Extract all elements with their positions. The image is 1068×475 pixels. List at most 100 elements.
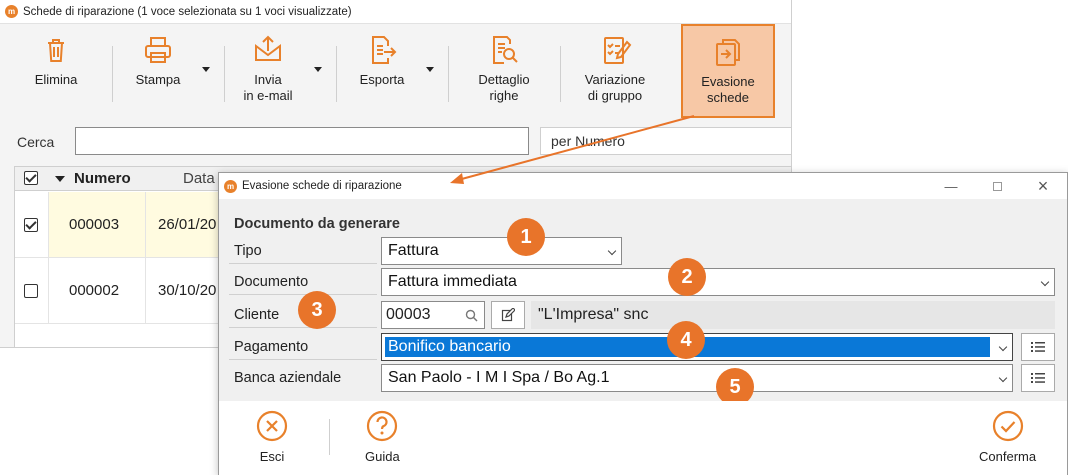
- checklist-edit-icon: [597, 32, 633, 68]
- banca-select[interactable]: San Paolo - I M I Spa / Bo Ag.1: [381, 364, 1013, 392]
- pagamento-label: Pagamento: [234, 339, 309, 355]
- fulfill-sheets-button[interactable]: Evasione schede: [681, 24, 775, 118]
- callout-badge-1: 1: [507, 218, 545, 256]
- divider: [229, 327, 377, 328]
- documento-label: Documento: [234, 274, 309, 290]
- app-logo-icon: m: [5, 5, 18, 18]
- check-circle-icon: [992, 410, 1023, 442]
- search-mode-select[interactable]: per Numero: [540, 127, 791, 155]
- group-edit-label-1: Variazione: [584, 72, 646, 87]
- row-detail-button[interactable]: Dettaglio righe: [462, 24, 546, 118]
- print-dropdown-arrow[interactable]: [202, 67, 210, 72]
- fulfill-document-icon: [710, 34, 746, 70]
- row-data: 30/10/20: [158, 282, 217, 299]
- section-title: Documento da generare: [234, 216, 400, 232]
- toolbar-separator: [112, 46, 113, 102]
- callout-badge-2: 2: [668, 258, 706, 296]
- sort-desc-icon[interactable]: [55, 176, 65, 182]
- select-all-checkbox[interactable]: [24, 171, 38, 185]
- pagamento-list-button[interactable]: [1021, 333, 1055, 361]
- dialog-footer: Esci Guida Conferma: [219, 401, 1067, 475]
- export-button[interactable]: Esporta: [344, 24, 420, 118]
- chevron-down-icon: [1040, 277, 1050, 287]
- fulfill-dialog: m Evasione schede di riparazione — × Doc…: [218, 172, 1068, 475]
- list-icon: [1031, 373, 1045, 383]
- delete-button[interactable]: Elimina: [18, 24, 94, 118]
- toolbar-separator: [224, 46, 225, 102]
- send-email-label-2: in e-mail: [243, 88, 293, 103]
- chevron-down-icon: [998, 342, 1008, 352]
- print-label: Stampa: [135, 72, 181, 87]
- help-icon: [367, 410, 398, 442]
- send-email-dropdown-arrow[interactable]: [314, 67, 322, 72]
- send-email-button[interactable]: Invia in e-mail: [230, 24, 306, 118]
- tipo-select[interactable]: Fattura: [381, 237, 622, 265]
- help-label: Guida: [365, 449, 400, 464]
- edit-client-button[interactable]: [491, 301, 525, 329]
- cliente-code-input[interactable]: 00003: [381, 301, 485, 329]
- cliente-name: "L'Impresa" snc: [531, 301, 1055, 329]
- search-input[interactable]: [75, 127, 529, 155]
- group-edit-button[interactable]: Variazione di gruppo: [572, 24, 658, 118]
- divider: [229, 359, 377, 360]
- trash-icon: [38, 32, 74, 68]
- tipo-label: Tipo: [234, 243, 262, 259]
- chevron-down-icon: [998, 373, 1008, 383]
- confirm-label: Conferma: [979, 449, 1037, 464]
- close-circle-icon: [256, 410, 288, 442]
- confirm-button[interactable]: Conferma: [979, 409, 1036, 464]
- row-checkbox[interactable]: [24, 218, 38, 232]
- main-titlebar: m Schede di riparazione (1 voce selezion…: [0, 0, 791, 24]
- row-numero: 000002: [69, 282, 120, 299]
- row-numero: 000003: [69, 216, 120, 233]
- callout-badge-4: 4: [667, 321, 705, 359]
- list-icon: [1031, 342, 1045, 352]
- fulfill-sheets-label-2: schede: [707, 90, 749, 105]
- divider: [229, 263, 377, 264]
- toolbar-separator: [448, 46, 449, 102]
- app-logo-icon: m: [224, 179, 237, 193]
- row-checkbox[interactable]: [24, 284, 38, 298]
- search-label: Cerca: [17, 134, 55, 150]
- documento-select[interactable]: Fattura immediata: [381, 268, 1055, 296]
- send-email-label-1: Invia: [254, 72, 282, 87]
- document-search-icon: [486, 32, 522, 68]
- exit-label: Esci: [259, 449, 285, 464]
- export-icon: [364, 32, 400, 68]
- banca-value: San Paolo - I M I Spa / Bo Ag.1: [388, 369, 610, 386]
- callout-badge-3: 3: [298, 291, 336, 329]
- chevron-down-icon: [607, 246, 617, 256]
- row-checkbox-cell: [15, 192, 49, 257]
- dialog-title: Evasione schede di riparazione: [242, 180, 402, 192]
- cliente-label: Cliente: [234, 307, 280, 323]
- export-dropdown-arrow[interactable]: [426, 67, 434, 72]
- row-checkbox-cell: [15, 258, 49, 323]
- print-button[interactable]: Stampa: [120, 24, 196, 118]
- help-button[interactable]: Guida: [365, 409, 400, 464]
- main-window-title: Schede di riparazione (1 voce selezionat…: [23, 5, 352, 18]
- tipo-value: Fattura: [388, 242, 439, 259]
- fulfill-sheets-label-1: Evasione: [701, 74, 755, 89]
- cliente-code-value: 00003: [386, 306, 431, 323]
- footer-separator: [329, 419, 330, 455]
- exit-button[interactable]: Esci: [255, 409, 289, 464]
- documento-value: Fattura immediata: [388, 273, 517, 290]
- row-data: 26/01/20: [158, 216, 217, 233]
- col-header-numero[interactable]: Numero: [74, 170, 131, 187]
- minimize-icon[interactable]: —: [929, 173, 973, 199]
- col-header-data[interactable]: Data: [183, 170, 215, 187]
- banca-list-button[interactable]: [1021, 364, 1055, 392]
- export-label: Esporta: [359, 72, 405, 87]
- edit-icon: [501, 308, 515, 322]
- delete-label: Elimina: [34, 72, 78, 87]
- banca-label: Banca aziendale: [234, 370, 342, 386]
- close-icon[interactable]: ×: [1021, 173, 1065, 199]
- search-icon[interactable]: [465, 309, 478, 322]
- dialog-body: Documento da generare Tipo Fattura Docum…: [219, 199, 1067, 406]
- divider: [229, 294, 377, 295]
- toolbar: Elimina Stampa Invia in e-mail Esporta D…: [0, 24, 791, 118]
- email-icon: [250, 32, 286, 68]
- printer-icon: [140, 32, 176, 68]
- maximize-icon[interactable]: [975, 173, 1019, 199]
- toolbar-separator: [560, 46, 561, 102]
